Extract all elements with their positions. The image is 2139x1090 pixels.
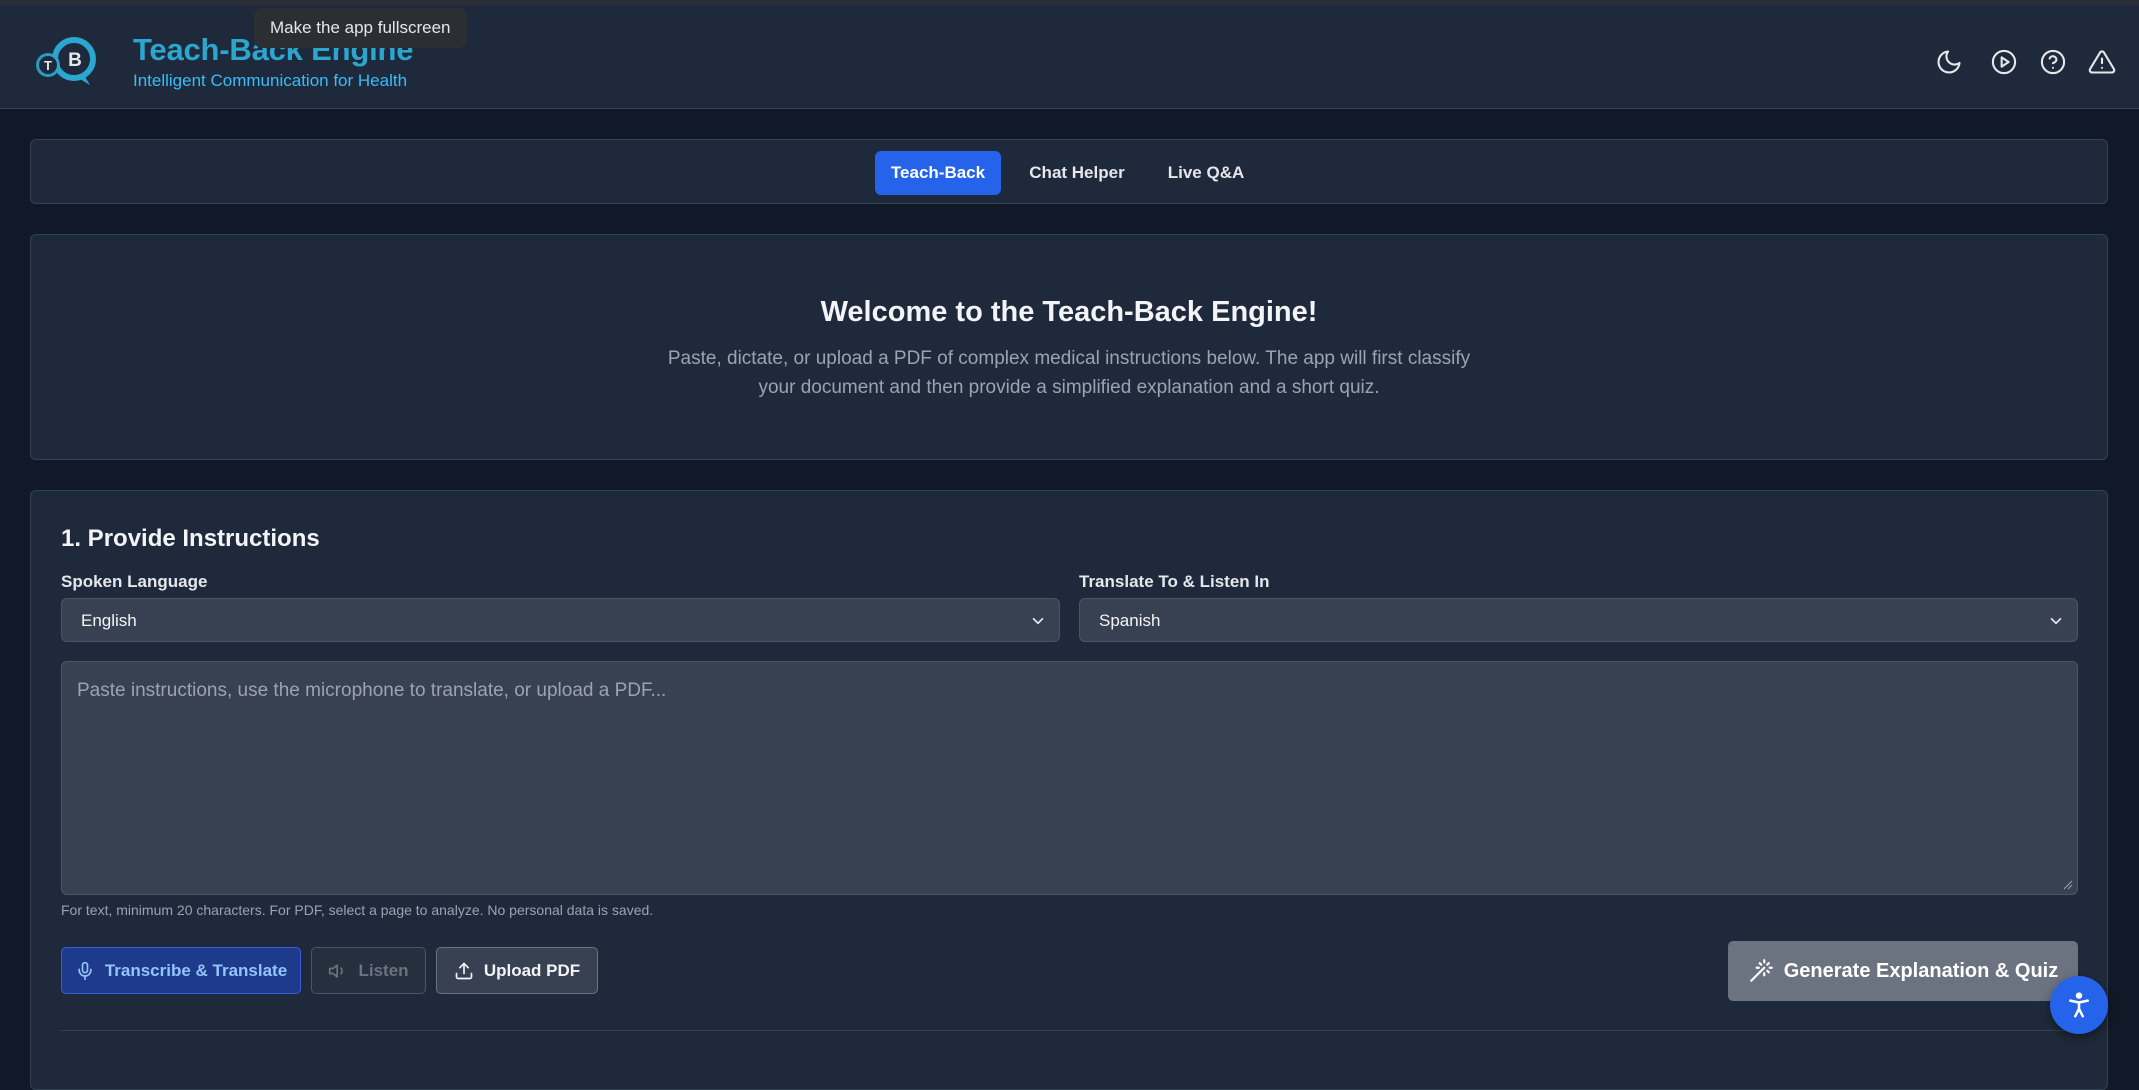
magic-wand-icon	[1749, 959, 1773, 982]
accessibility-icon	[2069, 992, 2089, 1018]
svg-text:T: T	[44, 58, 52, 73]
listen-button[interactable]: Listen	[311, 947, 426, 994]
chevron-down-icon	[2050, 617, 2062, 625]
transcribe-translate-label: Transcribe & Translate	[104, 960, 288, 980]
welcome-card: Welcome to the Teach-Back Engine! Paste,…	[30, 234, 2108, 460]
input-hint: For text, minimum 20 characters. For PDF…	[61, 902, 654, 918]
upload-pdf-button[interactable]: Upload PDF	[436, 947, 598, 994]
translate-language-select[interactable]: Spanish	[1079, 598, 2078, 642]
play-circle-icon[interactable]	[1989, 47, 2019, 77]
microphone-icon	[78, 961, 92, 980]
welcome-title: Welcome to the Teach-Back Engine!	[820, 296, 1318, 328]
translate-language-value: Spanish	[1099, 611, 1161, 630]
textarea-placeholder: Paste instructions, use the microphone t…	[77, 680, 667, 701]
fullscreen-tooltip: Make the app fullscreen	[254, 8, 467, 48]
resize-grip-icon[interactable]	[2063, 880, 2073, 890]
spoken-language-value: English	[81, 611, 137, 630]
upload-pdf-label: Upload PDF	[483, 960, 581, 980]
app-logo: T B	[32, 35, 106, 91]
generate-explanation-quiz-button[interactable]: Generate Explanation & Quiz	[1728, 941, 2078, 1001]
spoken-language-label: Spoken Language	[61, 572, 208, 591]
listen-label: Listen	[358, 960, 409, 980]
transcribe-translate-button[interactable]: Transcribe & Translate	[61, 947, 301, 994]
help-circle-icon[interactable]	[2038, 47, 2068, 77]
instructions-textarea[interactable]: Paste instructions, use the microphone t…	[61, 661, 2078, 895]
tab-chat-helper[interactable]: Chat Helper	[1016, 151, 1138, 195]
chevron-down-icon	[1032, 617, 1044, 625]
tab-teach-back[interactable]: Teach-Back	[875, 151, 1001, 195]
upload-icon	[455, 962, 473, 979]
svg-text:B: B	[68, 50, 82, 71]
welcome-description: Paste, dictate, or upload a PDF of compl…	[667, 348, 1471, 398]
instructions-card: 1. Provide Instructions Spoken Language …	[30, 490, 2108, 1090]
moon-icon[interactable]	[1934, 47, 1964, 77]
accessibility-fab[interactable]	[2050, 976, 2108, 1034]
alert-triangle-icon[interactable]	[2087, 47, 2117, 77]
generate-explanation-quiz-label: Generate Explanation & Quiz	[1783, 959, 2059, 982]
translate-language-label: Translate To & Listen In	[1079, 572, 1270, 591]
tab-bar: Teach-Back Chat Helper Live Q&A	[30, 139, 2108, 204]
speaker-icon	[329, 963, 344, 978]
section-divider	[61, 1030, 2078, 1031]
spoken-language-select[interactable]: English	[61, 598, 1060, 642]
section-title: 1. Provide Instructions	[61, 525, 320, 552]
tab-live-qa[interactable]: Live Q&A	[1151, 151, 1261, 195]
app-subtitle: Intelligent Communication for Health	[133, 71, 408, 90]
